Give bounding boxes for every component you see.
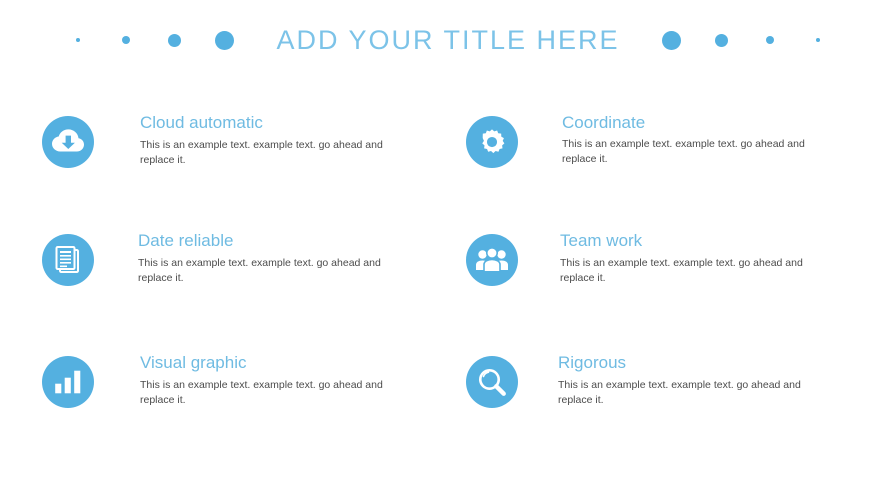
feature-description: This is an example text. example text. g… — [138, 256, 381, 284]
feature-item-rigorous[interactable]: Rigorous This is an example text. exampl… — [466, 353, 866, 408]
cloud-download-icon — [42, 116, 94, 168]
feature-title: Cloud automatic — [140, 113, 263, 132]
feature-title: Team work — [560, 231, 643, 250]
feature-description: This is an example text. example text. g… — [140, 138, 383, 166]
magnifier-icon — [466, 356, 518, 408]
dot-5 — [661, 30, 681, 50]
dot-4 — [215, 30, 235, 50]
people-group-icon — [466, 234, 518, 286]
feature-text-block: Date reliable This is an example text. e… — [138, 231, 428, 286]
feature-description: This is an example text. example text. g… — [562, 137, 805, 165]
page-title: ADD YOUR TITLE HERE — [276, 24, 620, 55]
feature-title: Visual graphic — [140, 353, 247, 372]
feature-title: Date reliable — [138, 231, 234, 250]
feature-text-block: Cloud automatic This is an example text.… — [140, 113, 430, 168]
feature-grid: Cloud automatic This is an example text.… — [0, 104, 896, 444]
decorative-dots-right — [646, 30, 842, 50]
dot-7 — [765, 36, 774, 44]
feature-text-block: Rigorous This is an example text. exampl… — [558, 353, 848, 408]
feature-title: Coordinate — [562, 113, 646, 132]
feature-text-block: Coordinate This is an example text. exam… — [562, 113, 852, 167]
feature-item-coordinate[interactable]: Coordinate This is an example text. exam… — [466, 113, 866, 168]
feature-text-block: Team work This is an example text. examp… — [560, 231, 850, 286]
feature-description: This is an example text. example text. g… — [558, 378, 801, 406]
documents-icon — [42, 234, 94, 286]
gear-icon — [466, 116, 518, 168]
dot-2 — [122, 36, 131, 44]
slide-header: ADD YOUR TITLE HERE — [0, 0, 896, 80]
dot-1 — [76, 38, 81, 42]
feature-item-team-work[interactable]: Team work This is an example text. examp… — [466, 231, 866, 286]
dot-6 — [714, 33, 728, 47]
dot-3 — [168, 33, 182, 47]
feature-text-block: Visual graphic This is an example text. … — [140, 353, 430, 408]
feature-title: Rigorous — [558, 353, 627, 372]
feature-description: This is an example text. example text. g… — [560, 256, 803, 284]
decorative-dots-left — [54, 30, 250, 50]
feature-item-date-reliable[interactable]: Date reliable This is an example text. e… — [42, 231, 442, 286]
feature-item-cloud-automatic[interactable]: Cloud automatic This is an example text.… — [42, 113, 442, 168]
dot-8 — [815, 38, 820, 42]
feature-item-visual-graphic[interactable]: Visual graphic This is an example text. … — [42, 353, 442, 408]
feature-description: This is an example text. example text. g… — [140, 378, 383, 406]
bar-chart-icon — [42, 356, 94, 408]
